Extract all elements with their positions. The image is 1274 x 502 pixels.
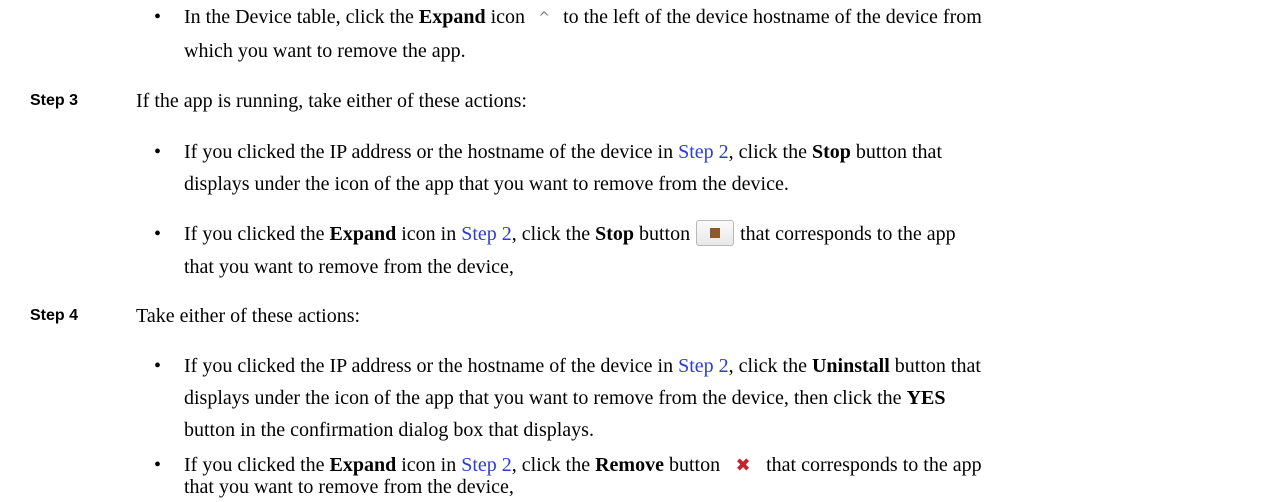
step-4-label: Step 4 bbox=[30, 307, 79, 324]
step-2-link[interactable]: Step 2 bbox=[678, 355, 729, 377]
step-4-bullet-1-line3: button in the confirmation dialog box th… bbox=[184, 419, 594, 441]
step-4-bullet-2-line2: that you want to remove from the device, bbox=[184, 476, 514, 498]
step-3-bullet-1-line2: displays under the icon of the app that … bbox=[184, 173, 789, 195]
step-3-bullet-1: If you clicked the IP address or the hos… bbox=[184, 141, 942, 163]
bullet: • bbox=[154, 223, 162, 245]
intro-bullet-line2: which you want to remove the app. bbox=[184, 40, 466, 62]
step-3-label: Step 3 bbox=[30, 92, 79, 109]
chevron-up-icon: ^ bbox=[538, 10, 550, 27]
bullet: • bbox=[154, 141, 162, 163]
step-4-bullet-1-line2: displays under the icon of the app that … bbox=[184, 387, 946, 409]
step-2-link[interactable]: Step 2 bbox=[678, 141, 729, 163]
step-3-text: If the app is running, take either of th… bbox=[136, 90, 527, 112]
step-3-bullet-2: If you clicked the Expand icon in Step 2… bbox=[184, 219, 1259, 249]
bullet: • bbox=[154, 6, 162, 28]
step-3-bullet-2-line2: that you want to remove from the device, bbox=[184, 256, 514, 278]
bullet: • bbox=[154, 454, 162, 476]
step-2-link[interactable]: Step 2 bbox=[461, 223, 512, 245]
step-4-bullet-1: If you clicked the IP address or the hos… bbox=[184, 355, 981, 377]
stop-square-icon bbox=[696, 220, 735, 247]
bullet: • bbox=[154, 355, 162, 377]
intro-bullet-text: In the Device table, click the Expand ic… bbox=[184, 2, 1259, 33]
step-4-text: Take either of these actions: bbox=[136, 305, 361, 327]
